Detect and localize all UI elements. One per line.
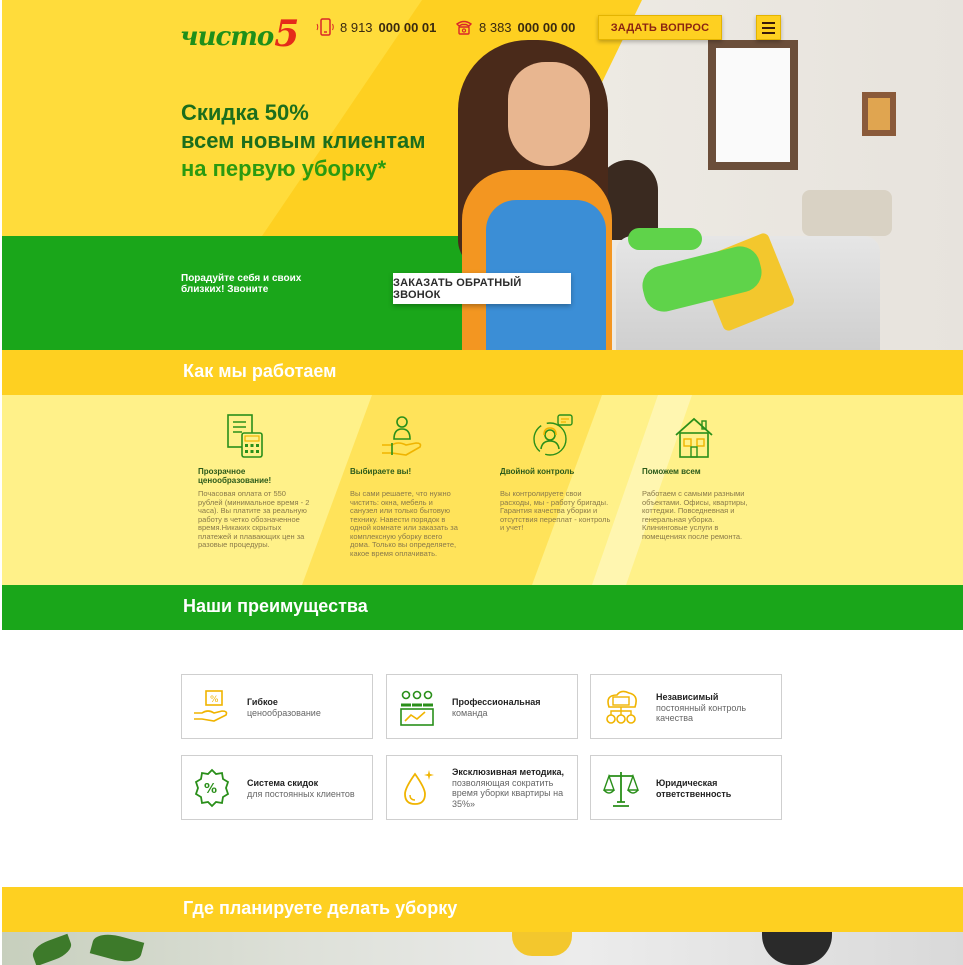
advantage-bold: Гибкое: [247, 697, 278, 707]
advantage-card: Профессиональная команда: [386, 674, 578, 739]
ask-question-button[interactable]: ЗАДАТЬ ВОПРОС: [598, 15, 722, 40]
mobile-phone[interactable]: 8 913 000 00 01: [316, 18, 436, 36]
advantage-card: Юридическая ответственность: [590, 755, 782, 820]
svg-text:%: %: [204, 782, 217, 797]
advantage-text: Юридическая ответственность: [656, 778, 780, 799]
phone1-number: 000 00 01: [378, 19, 437, 35]
logo-text: чисто: [180, 22, 274, 52]
glove-left: [628, 228, 702, 250]
glove-bottom: [512, 932, 572, 956]
where-title: Где планируете делать уборку: [183, 898, 458, 918]
menu-button[interactable]: [756, 15, 781, 40]
advantage-bold: Профессиональная: [452, 697, 541, 707]
hero-title-line2: всем новым клиентам: [181, 128, 426, 153]
plant-leaf: [89, 929, 145, 965]
step3-title: Двойной контроль: [500, 467, 575, 476]
money-hand-icon: %: [194, 690, 228, 722]
advantage-desc: постоянный контроль качества: [656, 702, 747, 724]
wall-picture: [862, 92, 896, 136]
advantage-bold: Независимый: [656, 692, 719, 702]
advantage-bold: Система скидок: [247, 778, 319, 788]
plant-leaf: [29, 933, 75, 965]
step2-title: Выбираете вы!: [350, 467, 412, 476]
hero-title-line1: Скидка 50%: [181, 100, 309, 125]
landing-page: чисто 5 8 913 000 00 01 8 383 000 00 00 ЗА…: [0, 0, 963, 965]
advantage-card: % Гибкое ценообразование: [181, 674, 373, 739]
advantages-title: Наши преимущества: [183, 596, 368, 616]
advantage-bold: Эксклюзивная методика,: [452, 767, 565, 777]
menu-line-icon: [762, 21, 775, 24]
phone1-prefix: 8 913: [340, 19, 373, 35]
step4-text: Работаем с самыми разными объектами. Офи…: [642, 489, 748, 541]
hero-subtitle: Порадуйте себя и своих близких! Звоните: [181, 273, 302, 295]
menu-line-icon: [762, 31, 775, 34]
advantage-desc: ценообразование: [247, 707, 321, 718]
professional-team-icon: [400, 690, 434, 726]
advantage-card: Независимый постоянный контроль качества: [590, 674, 782, 739]
step4-title: Поможем всем: [642, 467, 701, 476]
mobile-phone-icon: [316, 18, 334, 36]
advantage-text: Эксклюзивная методика, позволяющая сократ…: [452, 767, 576, 809]
dark-object: [762, 932, 832, 965]
logo[interactable]: чисто 5: [180, 8, 299, 52]
discount-badge-icon: %: [194, 768, 230, 808]
advantage-card: % Система скидок для постоянных клиентов: [181, 755, 373, 820]
menu-line-icon: [762, 26, 775, 29]
phone2-number: 000 00 00: [517, 19, 576, 35]
operator-headset-icon: [533, 414, 573, 456]
how-header-bar: Как мы работаем: [2, 350, 963, 395]
advantage-text: Система скидок для постоянных клиентов: [247, 778, 371, 799]
step3-text: Вы контролируете свои расходы, мы - рабо…: [500, 489, 611, 532]
scales-icon: [603, 772, 639, 807]
advantage-desc: позволяющая сократить время уборки кварт…: [452, 777, 564, 809]
advantage-card: Эксклюзивная методика, позволяющая сократ…: [386, 755, 578, 820]
callback-button[interactable]: ЗАКАЗАТЬ ОБРАТНЫЙ ЗВОНОК: [393, 273, 571, 304]
drop-sparkle-icon: [404, 770, 434, 805]
hero-title-line3: на первую уборку*: [181, 156, 387, 181]
logo-number: 5: [274, 13, 300, 55]
hand-person-icon: [382, 416, 422, 456]
how-section: Прозрачное ценообразование! Почасовая оп…: [2, 395, 963, 585]
bottom-photo: [2, 929, 963, 965]
window-image: [708, 40, 798, 170]
house-icon: [675, 417, 713, 458]
advantage-desc: для постоянных клиентов: [247, 788, 355, 799]
how-title: Как мы работаем: [183, 361, 337, 381]
advantage-text: Профессиональная команда: [452, 697, 576, 718]
phone2-prefix: 8 383: [479, 19, 512, 35]
advantage-text: Гибкое ценообразование: [247, 697, 371, 718]
advantage-desc: команда: [452, 707, 488, 718]
step1-text: Почасовая оплата от 550 рублей (минималь…: [198, 489, 310, 549]
sofa: [802, 190, 892, 236]
calculator-document-icon: [227, 414, 263, 458]
step2-text: Вы сами решаете, что нужно чистить: окна…: [350, 489, 458, 558]
landline-phone[interactable]: 8 383 000 00 00: [455, 18, 575, 36]
hero-title: Скидка 50% всем новым клиентам на первую…: [181, 99, 426, 183]
quality-control-icon: [606, 690, 637, 724]
woman-face: [508, 62, 590, 166]
advantage-bold: Юридическая ответственность: [656, 778, 732, 799]
advantages-header-bar: Наши преимущества: [2, 585, 963, 630]
step1-title: Прозрачное ценообразование!: [198, 467, 272, 485]
svg-text:%: %: [210, 695, 219, 705]
telephone-icon: [455, 20, 473, 35]
where-header-bar: Где планируете делать уборку: [2, 887, 963, 932]
advantage-text: Независимый постоянный контроль качества: [656, 692, 780, 724]
